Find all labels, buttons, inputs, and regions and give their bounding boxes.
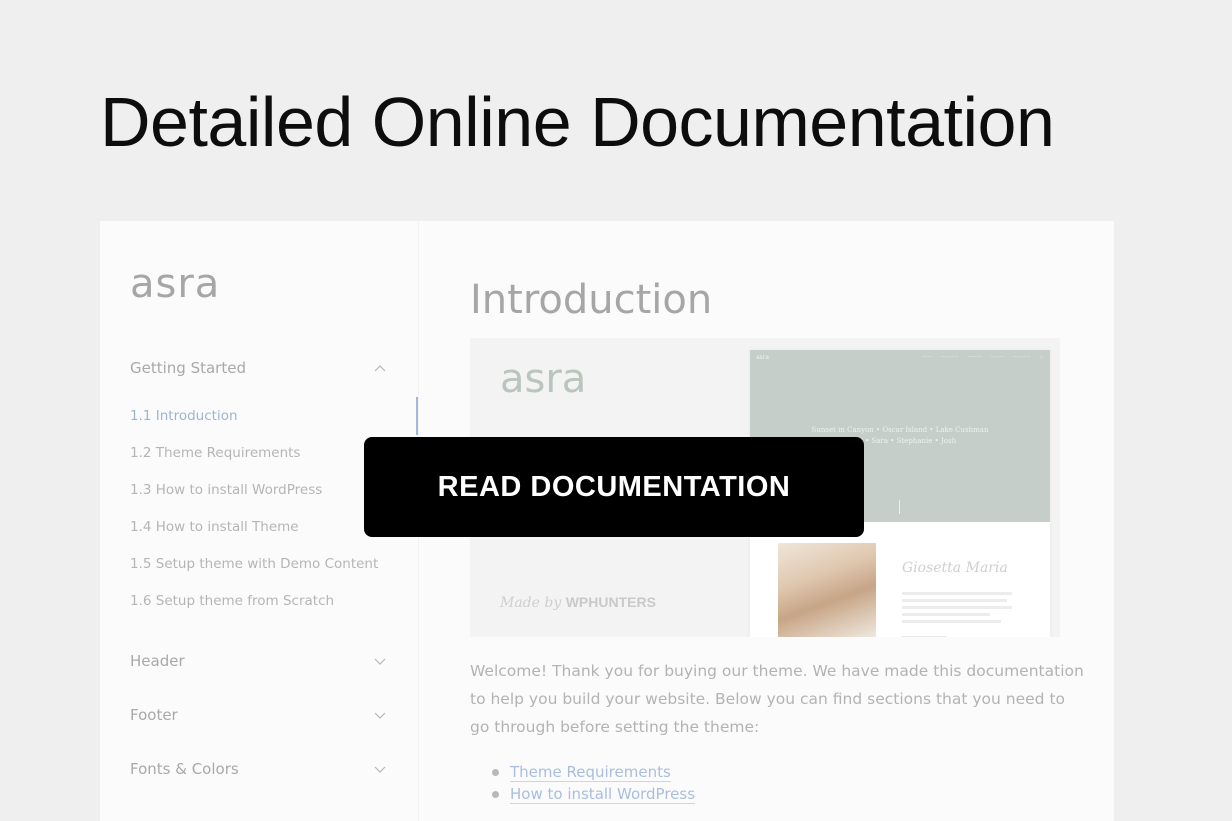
section-title: Introduction xyxy=(470,277,713,323)
preview-tagline: Sunset in Canyon • Oscar Island • Lake C… xyxy=(811,426,989,434)
intro-paragraph: Welcome! Thank you for buying our theme.… xyxy=(470,662,1084,736)
sidebar-item-from-scratch[interactable]: 1.6 Setup theme from Scratch xyxy=(130,591,334,611)
preview-scroll-indicator xyxy=(899,500,900,514)
sidebar-item-install-theme[interactable]: 1.4 How to install Theme xyxy=(130,517,299,537)
chevron-down-icon xyxy=(374,703,386,727)
sidebar-section-label: Fonts & Colors xyxy=(130,760,239,778)
sidebar-section-fonts-colors[interactable]: Fonts & Colors xyxy=(130,757,386,781)
sidebar-item-introduction[interactable]: 1.1 Introduction xyxy=(130,406,238,426)
sidebar-section-label: Header xyxy=(130,652,185,670)
sidebar-logo[interactable]: asra xyxy=(130,261,220,307)
preview-site-logo: asra xyxy=(756,354,769,361)
list-item: How to install WordPress xyxy=(470,783,696,805)
sidebar-item-theme-requirements[interactable]: 1.2 Theme Requirements xyxy=(130,443,300,463)
preview-body-text xyxy=(902,592,1012,627)
sidebar-item-install-wordpress[interactable]: 1.3 How to install WordPress xyxy=(130,480,322,500)
chevron-down-icon xyxy=(374,757,386,781)
sidebar-section-getting-started[interactable]: Getting Started xyxy=(130,356,386,380)
active-item-indicator xyxy=(416,397,418,435)
sidebar-section-label: Footer xyxy=(130,706,178,724)
sidebar-section-footer[interactable]: Footer xyxy=(130,703,386,727)
preview-portrait-photo xyxy=(778,543,876,637)
link-install-wordpress[interactable]: How to install WordPress xyxy=(510,785,696,804)
preview-logo: asra xyxy=(500,356,587,402)
list-item: Theme Requirements xyxy=(470,761,695,783)
sidebar-section-header[interactable]: Header xyxy=(130,649,386,673)
page-title: Detailed Online Documentation xyxy=(100,83,1055,161)
chevron-up-icon xyxy=(374,356,386,380)
preview-nav: —— ———— ——— ——— ———— ○ xyxy=(923,354,1044,359)
preview-button xyxy=(902,636,946,637)
read-documentation-button[interactable]: READ DOCUMENTATION xyxy=(364,437,864,537)
link-theme-requirements[interactable]: Theme Requirements xyxy=(510,763,671,782)
sidebar-item-demo-content[interactable]: 1.5 Setup theme with Demo Content xyxy=(130,554,378,574)
preview-credit: Made by WPHUNTERS xyxy=(500,594,656,611)
preview-person-name: Giosetta Maria xyxy=(902,560,1008,576)
section-links: Theme Requirements How to install WordPr… xyxy=(470,761,696,805)
sidebar-section-label: Getting Started xyxy=(130,359,246,377)
chevron-down-icon xyxy=(374,649,386,673)
